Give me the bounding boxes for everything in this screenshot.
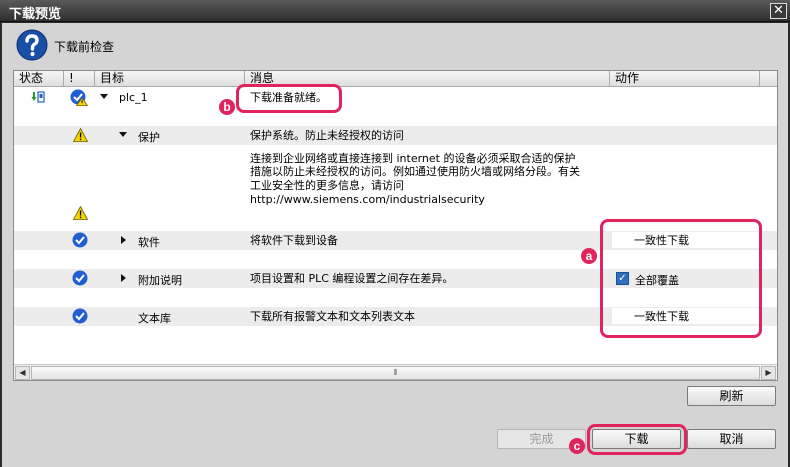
expand-arrow-icon[interactable] <box>121 274 127 282</box>
target-notes: 附加说明 <box>138 274 182 287</box>
message-software: 将软件下载到设备 <box>250 234 338 247</box>
cancel-button[interactable]: 取消 <box>687 429 776 449</box>
refresh-button[interactable]: 刷新 <box>687 386 776 406</box>
check-icon <box>72 308 88 324</box>
question-icon <box>16 29 48 61</box>
column-header-flag[interactable]: ! <box>64 71 95 87</box>
horizontal-scrollbar[interactable]: ◀ ⦀ ▶ <box>14 364 777 380</box>
column-header-status[interactable]: 状态 <box>14 71 64 87</box>
message-line: 措施以防止未经授权的访问。例如通过使用防火墙或网络分段。有关 <box>250 165 580 178</box>
message-line: 连接到企业网络或直接连接到 internet 的设备必须采取合适的保护 <box>250 152 576 165</box>
scroll-thumb[interactable]: ⦀ <box>31 366 760 380</box>
scroll-left-icon[interactable]: ◀ <box>15 366 30 380</box>
warning-icon <box>73 128 88 142</box>
column-header-filler <box>760 71 777 87</box>
column-header-target[interactable]: 目标 <box>95 71 245 87</box>
table-row[interactable]: plc_1 下载准备就绪。 <box>14 88 777 107</box>
header-label: 下载前检查 <box>54 40 115 54</box>
highlight-box-a <box>600 219 762 338</box>
table-row[interactable]: 保护 保护系统。防止未经授权的访问 <box>14 126 777 145</box>
collapse-arrow-icon[interactable] <box>100 94 108 100</box>
expand-arrow-icon[interactable] <box>121 236 127 244</box>
check-icon <box>72 270 88 286</box>
message-protection: 保护系统。防止未经授权的访问 <box>250 129 404 142</box>
check-icon <box>72 232 88 248</box>
message-line: 工业安全性的更多信息，请访问 <box>250 179 404 192</box>
close-button[interactable]: ✕ <box>770 3 787 19</box>
callout-b: b <box>219 99 235 115</box>
callout-a: a <box>581 248 597 264</box>
target-protection: 保护 <box>138 131 160 144</box>
message-link[interactable]: http://www.siemens.com/industrialsecurit… <box>250 193 485 207</box>
highlight-box-b <box>236 84 342 113</box>
callout-c: c <box>569 438 585 454</box>
check-warn-icon <box>70 89 88 106</box>
message-notes: 项目设置和 PLC 编程设置之间存在差异。 <box>250 272 454 285</box>
collapse-arrow-icon[interactable] <box>119 132 127 138</box>
connected-icon <box>31 91 45 103</box>
target-plc1: plc_1 <box>119 91 148 104</box>
highlight-box-c <box>587 424 687 455</box>
title-bar: 下载预览 ✕ <box>0 0 790 22</box>
target-textlib: 文本库 <box>138 312 171 325</box>
window-title: 下载预览 <box>9 7 62 22</box>
column-header-action[interactable]: 动作 <box>610 71 760 87</box>
target-software: 软件 <box>138 236 160 249</box>
scroll-right-icon[interactable]: ▶ <box>761 366 776 380</box>
warning-icon <box>73 206 88 220</box>
message-textlib: 下载所有报警文本和文本列表文本 <box>250 310 415 323</box>
